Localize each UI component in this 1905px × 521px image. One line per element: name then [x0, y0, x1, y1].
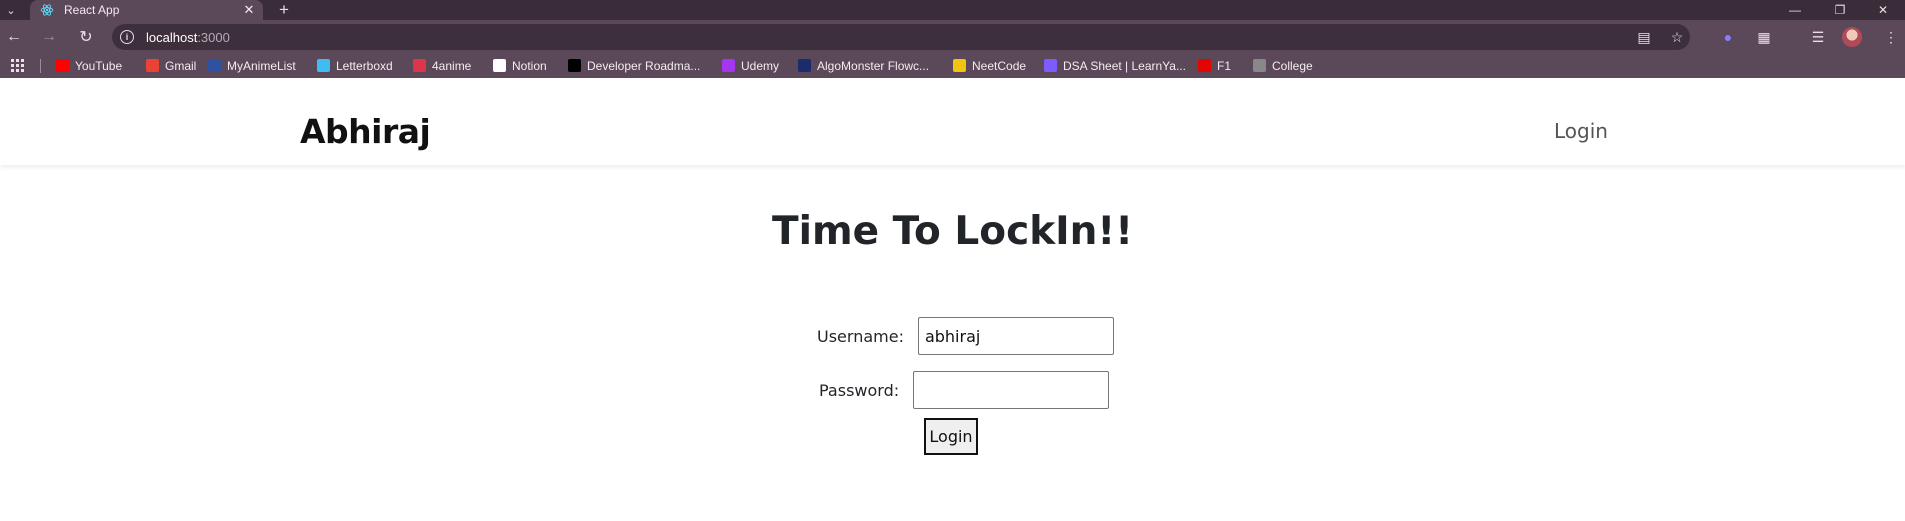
bookmark-label: Udemy [741, 58, 780, 73]
college-icon [1253, 59, 1266, 72]
back-icon[interactable]: ← [3, 26, 25, 48]
install-app-icon[interactable]: ▤ [1633, 24, 1655, 50]
gmail-icon [146, 59, 159, 72]
bookmark-myanimelist[interactable]: MyAnimeList [208, 53, 296, 78]
bookmarks-bar: YouTube Gmail MyAnimeList Letterboxd 4anime N… [0, 53, 1905, 78]
4anime-icon [413, 59, 426, 72]
myanimelist-icon [208, 59, 221, 72]
notion-icon [493, 59, 506, 72]
menu-kebab-icon[interactable]: ⋮ [1880, 26, 1902, 48]
password-label: Password: [819, 380, 900, 400]
extensions-puzzle-icon[interactable]: ▦ [1753, 26, 1775, 48]
extension-drop-icon[interactable]: ● [1717, 26, 1739, 48]
brand-title[interactable]: Abhiraj [300, 112, 431, 151]
bookmarks-separator [40, 59, 41, 73]
bookmark-letterboxd[interactable]: Letterboxd [317, 53, 393, 78]
bookmark-label: College [1272, 58, 1313, 73]
bookmark-label: 4anime [432, 58, 472, 73]
letterboxd-icon [317, 59, 330, 72]
forward-icon[interactable]: → [38, 26, 60, 48]
bookmark-roadmap[interactable]: Developer Roadma... [568, 53, 700, 78]
new-tab-icon[interactable]: + [274, 0, 294, 20]
roadmap-icon [568, 59, 581, 72]
site-info-icon[interactable]: i [120, 30, 134, 44]
app-header: Abhiraj Login [0, 91, 1905, 165]
bookmark-f1[interactable]: F1 [1198, 53, 1231, 78]
browser-toolbar: ← → ↻ i localhost:3000 ▤ ☆ ● ▦ ☰ ⋮ [0, 20, 1905, 53]
page-content: Abhiraj Login Time To LockIn!! Username:… [0, 91, 1905, 521]
minimize-icon[interactable]: — [1773, 0, 1817, 20]
udemy-icon [722, 59, 735, 72]
bookmark-label: DSA Sheet | LearnYa... [1063, 58, 1186, 73]
address-bar[interactable]: i localhost:3000 ▤ ☆ [112, 24, 1690, 50]
bookmark-udemy[interactable]: Udemy [722, 53, 779, 78]
bookmark-label: Letterboxd [336, 58, 393, 73]
f1-icon [1198, 59, 1211, 72]
username-field[interactable] [917, 317, 1114, 355]
restore-icon[interactable]: ❐ [1818, 0, 1862, 20]
username-row: Username: [817, 317, 1114, 355]
password-field[interactable] [913, 371, 1110, 409]
tab-strip: ⌄ React App ✕ + — ❐ ✕ [0, 0, 1905, 20]
bookmark-label: Gmail [165, 58, 197, 73]
react-icon [40, 3, 54, 17]
username-label: Username: [817, 326, 904, 346]
tab-search-icon[interactable]: ⌄ [0, 0, 22, 20]
bookmark-youtube[interactable]: YouTube [56, 53, 122, 78]
profile-avatar[interactable] [1842, 27, 1862, 47]
nav-login-link[interactable]: Login [1554, 119, 1608, 143]
bookmark-college[interactable]: College [1253, 53, 1313, 78]
bookmark-label: Developer Roadma... [587, 58, 701, 73]
algomonster-icon [798, 59, 811, 72]
url-port: :3000 [197, 29, 230, 45]
page-title: Time To LockIn!! [772, 209, 1133, 254]
bookmark-label: YouTube [75, 58, 123, 73]
bookmark-label: F1 [1217, 58, 1232, 73]
neetcode-icon [953, 59, 966, 72]
bookmark-dsa-sheet[interactable]: DSA Sheet | LearnYa... [1044, 53, 1186, 78]
password-row: Password: [819, 371, 1110, 409]
bookmark-label: NeetCode [972, 58, 1027, 73]
bookmark-label: Notion [512, 58, 547, 73]
login-button[interactable]: Login [924, 418, 978, 455]
url-text[interactable]: localhost:3000 [146, 30, 230, 45]
youtube-icon [56, 59, 69, 72]
reload-icon[interactable]: ↻ [75, 26, 97, 48]
bookmark-label: MyAnimeList [227, 58, 296, 73]
bookmark-label: AlgoMonster Flowc... [817, 58, 930, 73]
bookmark-star-icon[interactable]: ☆ [1666, 24, 1688, 50]
url-host: localhost [146, 29, 198, 45]
bookmark-algomonster[interactable]: AlgoMonster Flowc... [798, 53, 929, 78]
media-controls-icon[interactable]: ☰ [1807, 26, 1829, 48]
bookmark-neetcode[interactable]: NeetCode [953, 53, 1026, 78]
close-window-icon[interactable]: ✕ [1861, 0, 1905, 20]
tab-react-app[interactable]: React App ✕ [30, 0, 263, 20]
bookmark-gmail[interactable]: Gmail [146, 53, 196, 78]
apps-grid-icon[interactable] [11, 59, 24, 72]
bookmark-notion[interactable]: Notion [493, 53, 547, 78]
close-icon[interactable]: ✕ [241, 2, 257, 18]
tab-title: React App [64, 3, 120, 17]
dsa-sheet-icon [1044, 59, 1057, 72]
bookmark-4anime[interactable]: 4anime [413, 53, 471, 78]
